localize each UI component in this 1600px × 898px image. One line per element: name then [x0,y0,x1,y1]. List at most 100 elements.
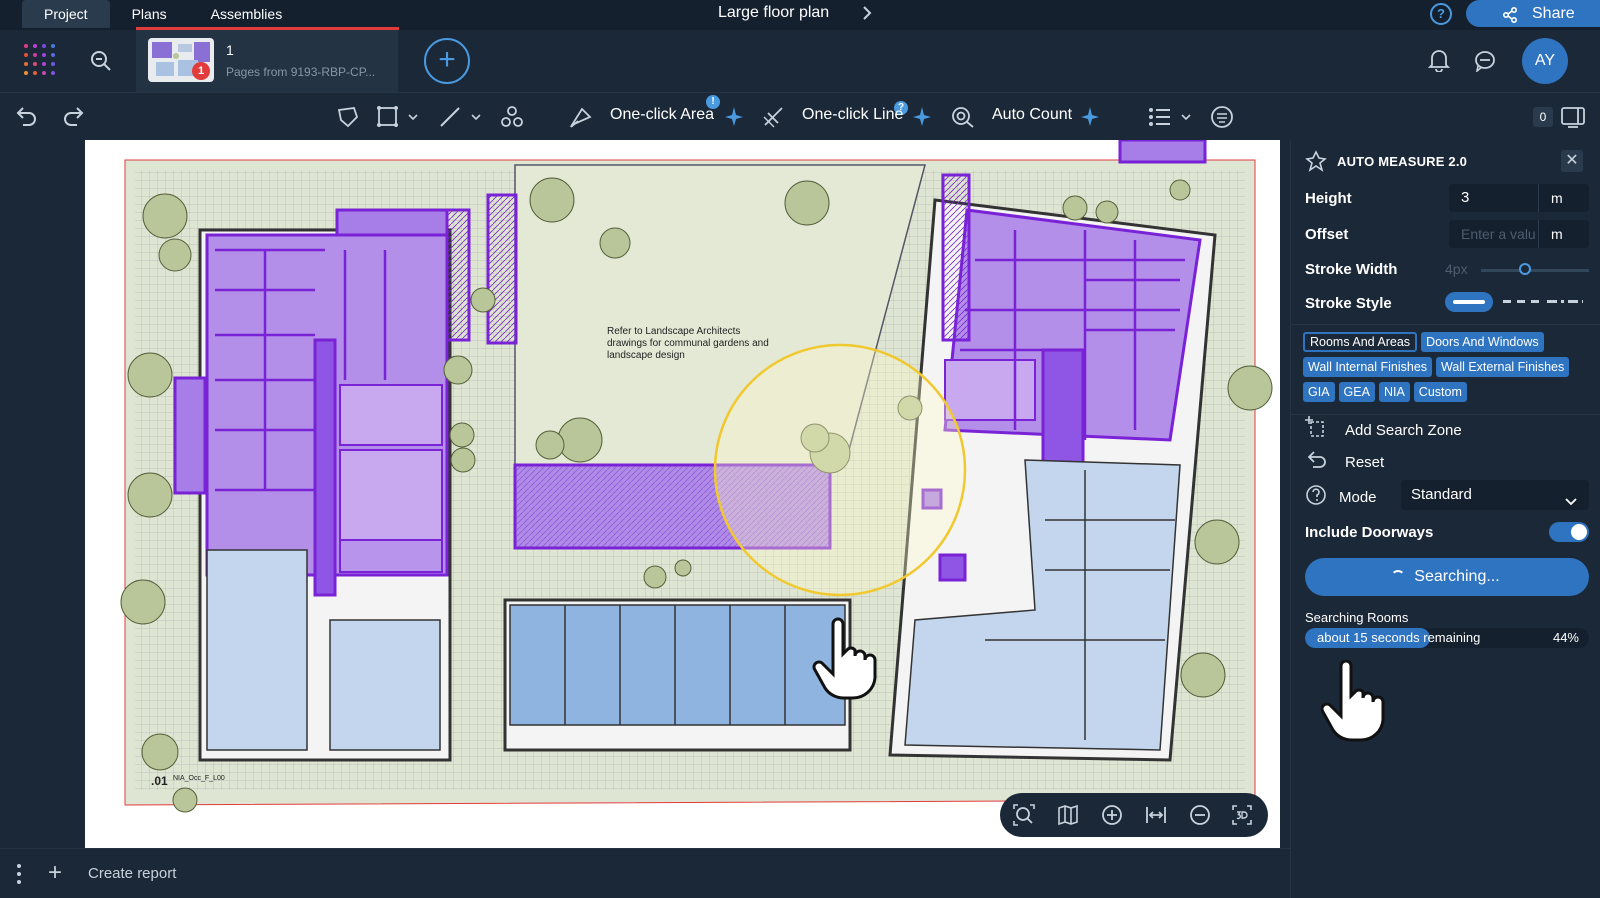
chevron-right-icon[interactable] [862,6,872,23]
map-view-icon[interactable] [1056,803,1080,832]
area-polygon-icon[interactable] [336,105,360,134]
chip-rooms-and-areas[interactable]: Rooms And Areas [1303,332,1418,352]
page-source: Pages from 9193-RBP-CP... [226,65,376,79]
redo-icon[interactable] [62,105,86,132]
logo-dot [51,62,55,66]
chip-nia[interactable]: NIA [1378,382,1410,402]
drawing-sheet[interactable]: Refer to Landscape Architects drawings fo… [85,140,1280,848]
document-title[interactable]: Large floor plan [718,4,829,22]
search-zone-circle [713,343,967,597]
search-status-label: Searching Rooms [1305,610,1409,625]
offset-field[interactable]: Enter a valu m [1449,220,1589,248]
height-unit[interactable]: m [1539,184,1589,212]
tab-list: Project Plans Assemblies [22,0,304,30]
help-icon[interactable]: ? [1430,3,1452,25]
stroke-width-label: Stroke Width [1305,261,1398,278]
zoom-out-icon[interactable] [1188,803,1212,832]
stroke-style-dash-dot[interactable] [1547,300,1583,303]
plan-canvas[interactable]: Refer to Landscape Architects drawings fo… [0,140,1290,848]
logo-dot [42,71,46,75]
include-doorways-label: Include Doorways [1305,524,1434,541]
search-button[interactable]: Searching... [1305,558,1589,596]
chip-gia[interactable]: GIA [1303,382,1335,402]
height-input[interactable]: 3 [1449,184,1539,212]
height-label: Height [1305,190,1352,207]
logo-dot [51,44,55,48]
share-label: Share [1532,5,1575,22]
offset-input[interactable]: Enter a valu [1449,220,1539,248]
sparkle-icon [912,105,932,132]
one-click-area-button[interactable]: One-click Area [610,106,714,124]
offset-unit[interactable]: m [1539,220,1589,248]
stroke-width-slider[interactable] [1481,269,1589,272]
mode-help-icon[interactable] [1305,484,1327,511]
one-click-line-button[interactable]: One-click Line [802,106,903,124]
add-page-button[interactable]: + [424,38,470,84]
plus-icon[interactable]: + [48,861,62,885]
notification-bell-icon[interactable] [1427,48,1451,77]
chip-custom[interactable]: Custom [1413,382,1467,402]
chip-gea[interactable]: GEA [1338,382,1375,402]
app-logo-icon[interactable] [24,44,56,76]
panel-toggle-icon[interactable] [1560,105,1586,134]
tab-assemblies[interactable]: Assemblies [189,0,305,28]
auto-count-button[interactable]: Auto Count [992,106,1072,124]
add-search-zone-button[interactable]: Add Search Zone [1305,416,1462,445]
undo-icon[interactable] [14,105,38,132]
3d-view-icon[interactable] [1230,803,1254,832]
zoom-search-icon[interactable] [90,50,112,77]
stroke-style-dashed[interactable] [1503,300,1539,303]
line-tool-icon[interactable] [438,105,486,134]
auto-measure-panel: AUTO MEASURE 2.0 ✕ Height 3 m Offset Ent… [1290,140,1600,898]
measure-toolbar: ! One-click Area ? One-click Line Auto C… [0,92,1600,140]
stroke-width-slider-handle[interactable] [1519,263,1531,275]
close-panel-button[interactable]: ✕ [1561,150,1583,172]
rectangle-tool-icon[interactable] [376,105,420,134]
user-avatar[interactable]: AY [1522,38,1568,84]
auto-count-icon[interactable] [950,105,976,134]
mode-select[interactable]: Standard [1401,480,1589,510]
zoom-in-icon[interactable] [1100,803,1124,832]
legend-icon[interactable] [1210,105,1234,134]
offset-label: Offset [1305,226,1349,243]
page-number: 1 [226,42,234,58]
floor-plan-drawing[interactable]: Refer to Landscape Architects drawings fo… [85,140,1280,848]
chip-wall-external-finishes[interactable]: Wall External Finishes [1436,357,1570,377]
logo-dot [24,71,28,75]
reset-button[interactable]: Reset [1305,448,1384,477]
app-window: Project Plans Assemblies Large floor pla… [0,0,1600,898]
logo-dot [51,53,55,57]
zoom-to-area-icon[interactable] [1012,803,1036,832]
tab-project[interactable]: Project [22,0,110,28]
mode-label: Mode [1339,489,1377,506]
category-chips: Rooms And Areas Doors And Windows Wall I… [1303,332,1593,402]
one-click-area-icon[interactable] [568,105,594,134]
create-report-button[interactable]: Create report [88,865,176,882]
loading-spinner-icon [1391,570,1405,584]
plan-code: .01 [151,774,168,788]
share-button[interactable]: Share [1466,0,1600,27]
panel-title: AUTO MEASURE 2.0 [1337,154,1468,169]
count-tool-icon[interactable] [500,105,524,134]
fit-width-icon[interactable] [1144,803,1168,832]
comments-icon[interactable] [1474,50,1496,77]
logo-dot [33,53,37,57]
logo-dot [42,44,46,48]
stroke-style-label: Stroke Style [1305,295,1392,312]
logo-dot [24,53,28,57]
logo-dot [42,62,46,66]
stroke-style-solid[interactable] [1445,292,1493,312]
page-thumbnail-panel[interactable]: 1 1 Pages from 9193-RBP-CP... [136,30,398,92]
tab-plans[interactable]: Plans [110,0,189,28]
more-options-icon[interactable] [16,863,22,890]
logo-dot [24,44,28,48]
one-click-line-icon[interactable] [762,105,788,134]
top-bar: Project Plans Assemblies Large floor pla… [0,0,1600,30]
height-field[interactable]: 3 m [1449,184,1589,212]
chip-doors-and-windows[interactable]: Doors And Windows [1421,332,1544,352]
chip-wall-internal-finishes[interactable]: Wall Internal Finishes [1303,357,1433,377]
include-doorways-toggle[interactable] [1549,522,1589,542]
logo-dot [24,62,28,66]
list-view-icon[interactable] [1148,105,1194,134]
auto-measure-icon [1305,150,1327,177]
